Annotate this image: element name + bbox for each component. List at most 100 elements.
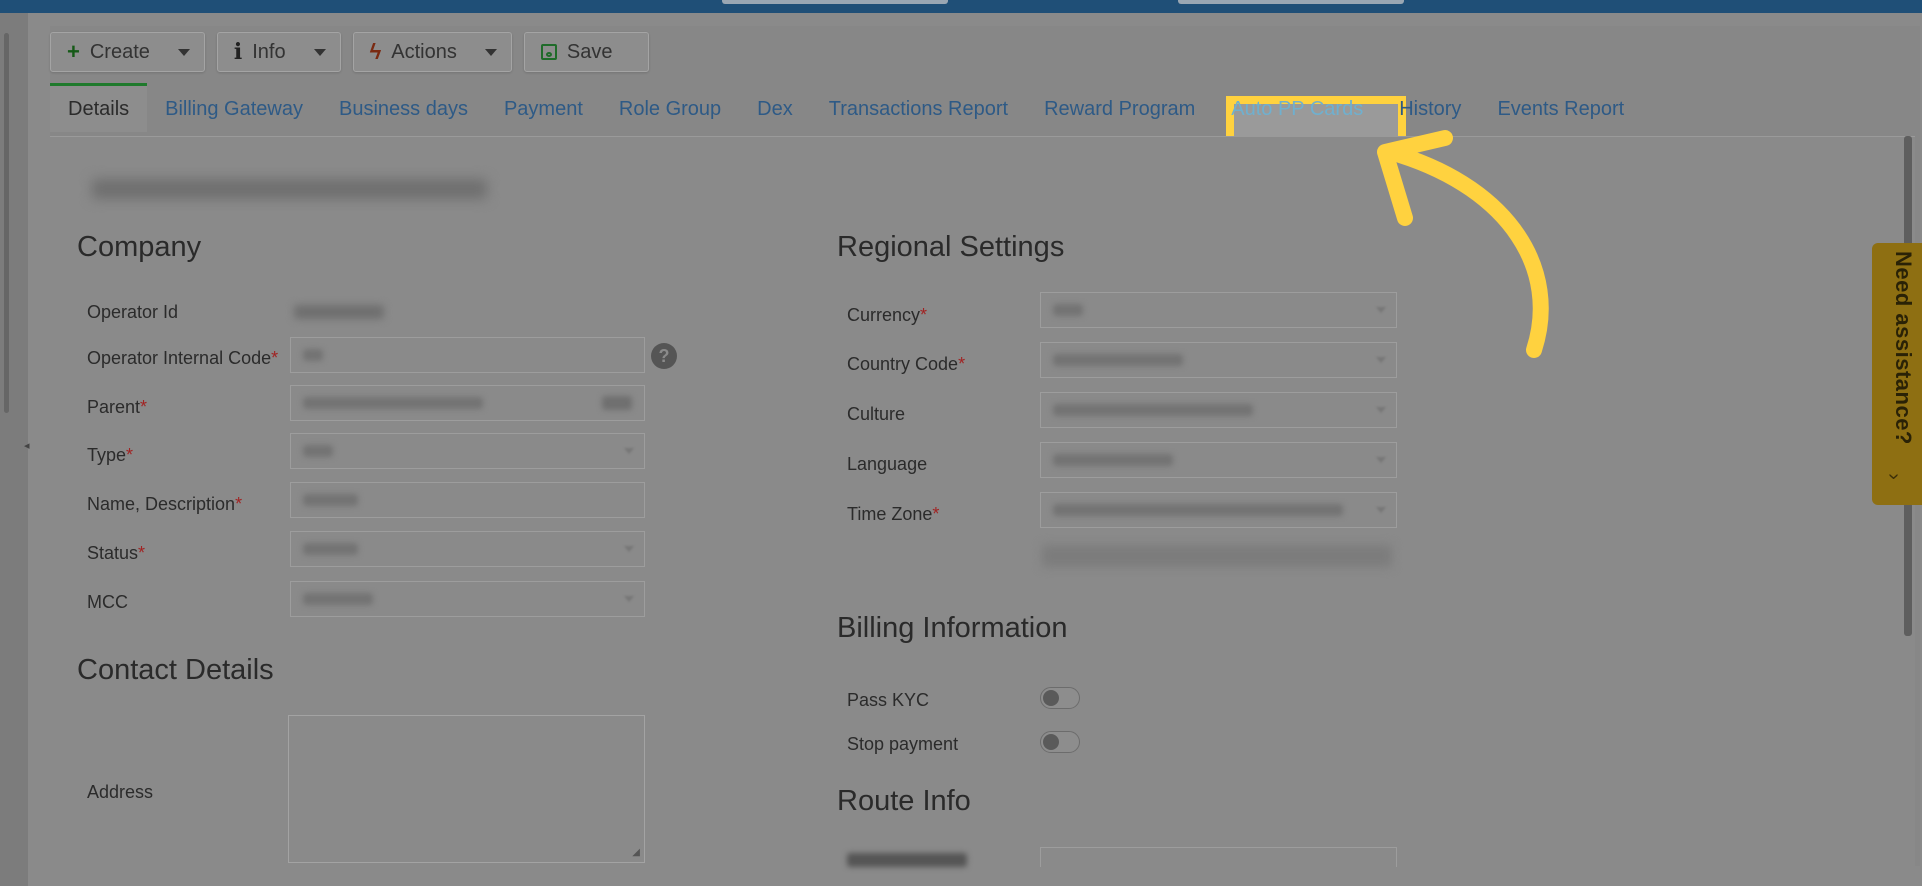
info-label: Info xyxy=(252,40,286,63)
language-label: Language xyxy=(847,454,927,475)
tab-payment[interactable]: Payment xyxy=(486,98,601,132)
parent-label: Parent* xyxy=(87,397,147,418)
dropdown-icon xyxy=(1376,457,1386,463)
field-value xyxy=(303,349,323,361)
stop-payment-text: Stop payment xyxy=(847,734,959,754)
save-icon xyxy=(540,44,557,60)
pass-kyc-label: Pass KYC xyxy=(847,690,929,711)
toggle-knob xyxy=(1043,734,1059,750)
culture-label: Culture xyxy=(847,404,905,425)
field-value xyxy=(303,397,483,409)
field-value xyxy=(303,494,358,506)
field-value xyxy=(1053,454,1173,466)
field-value xyxy=(303,543,358,555)
mcc-text: MCC xyxy=(87,592,128,612)
need-assistance-tab[interactable]: Need assistance? ‹ xyxy=(1872,243,1922,505)
tab-history[interactable]: History xyxy=(1381,98,1479,132)
address-text: Address xyxy=(87,782,154,802)
info-button[interactable]: i Info xyxy=(216,32,341,72)
collapse-arrow-icon[interactable]: ◂ xyxy=(24,439,30,452)
tab-reward-program[interactable]: Reward Program xyxy=(1026,98,1213,132)
type-select[interactable] xyxy=(290,433,645,469)
dropdown-icon xyxy=(624,546,634,552)
toolbar: + Create i Info ϟ Actions Save xyxy=(50,32,650,74)
required-mark: * xyxy=(138,543,146,563)
pass-kyc-text: Pass KYC xyxy=(847,690,930,710)
operator-internal-code-input[interactable] xyxy=(290,337,645,373)
status-select[interactable] xyxy=(290,531,645,567)
top-bar-tab xyxy=(1178,0,1404,4)
culture-select[interactable] xyxy=(1040,392,1397,428)
mcc-label: MCC xyxy=(87,592,128,613)
country-code-select[interactable] xyxy=(1040,342,1397,378)
tab-role-group[interactable]: Role Group xyxy=(601,98,739,132)
language-select[interactable] xyxy=(1040,442,1397,478)
actions-button[interactable]: ϟ Actions xyxy=(352,32,512,72)
parent-select[interactable] xyxy=(290,385,645,421)
details-content: Company Operator Id Operator Internal Co… xyxy=(50,136,1915,867)
tab-auto-pp-cards[interactable]: Auto PP Cards xyxy=(1213,98,1381,132)
time-zone-option[interactable] xyxy=(1042,545,1392,567)
tab-events-report[interactable]: Events Report xyxy=(1479,98,1642,132)
mcc-select[interactable] xyxy=(290,581,645,617)
language-text: Language xyxy=(847,454,928,474)
name-description-input[interactable] xyxy=(290,482,645,518)
create-label: Create xyxy=(89,40,150,63)
help-icon[interactable]: ? xyxy=(651,343,677,369)
route-info-title: Route Info xyxy=(837,785,971,817)
billing-gateway-label-partial xyxy=(847,853,967,867)
status-text: Status xyxy=(87,543,139,563)
name-description-text: Name, Description xyxy=(87,494,236,514)
operator-id-text: Operator Id xyxy=(87,302,179,322)
resize-handle-icon[interactable]: ◢ xyxy=(632,847,640,858)
stop-payment-toggle[interactable] xyxy=(1040,731,1080,753)
pass-kyc-toggle[interactable] xyxy=(1040,687,1080,709)
dropdown-icon xyxy=(1376,407,1386,413)
required-mark: * xyxy=(235,494,243,514)
tab-business-days[interactable]: Business days xyxy=(321,98,486,132)
culture-text: Culture xyxy=(847,404,906,424)
address-textarea[interactable]: ◢ xyxy=(288,715,645,863)
currency-text: Currency xyxy=(847,305,921,325)
stop-payment-label: Stop payment xyxy=(847,734,958,755)
type-text: Type xyxy=(87,445,127,465)
required-mark: * xyxy=(140,397,148,417)
plus-icon: + xyxy=(67,39,80,64)
billing-information-title: Billing Information xyxy=(837,612,1068,644)
currency-label: Currency* xyxy=(847,305,927,326)
caret-down-icon[interactable] xyxy=(484,48,497,56)
top-bar xyxy=(0,0,1922,13)
billing-gateway-select[interactable] xyxy=(1040,847,1397,867)
left-scrollbar[interactable] xyxy=(4,33,9,413)
caret-down-icon[interactable] xyxy=(313,48,326,56)
caret-down-icon[interactable] xyxy=(177,48,190,56)
required-mark: * xyxy=(958,354,966,374)
field-value xyxy=(303,445,333,457)
time-zone-select[interactable] xyxy=(1040,492,1397,528)
toggle-knob xyxy=(1043,690,1059,706)
record-heading xyxy=(92,179,487,199)
tab-billing-gateway[interactable]: Billing Gateway xyxy=(147,98,321,132)
operator-internal-code-label: Operator Internal Code* xyxy=(87,348,278,369)
company-title: Company xyxy=(77,231,202,263)
name-description-label: Name, Description* xyxy=(87,494,242,515)
operator-id-label: Operator Id xyxy=(87,302,178,323)
time-zone-text: Time Zone xyxy=(847,504,933,524)
left-rail: ◂ xyxy=(0,13,30,886)
dropdown-icon xyxy=(1376,357,1386,363)
tab-details[interactable]: Details xyxy=(50,83,148,132)
save-button[interactable]: Save xyxy=(523,32,650,72)
bolt-icon: ϟ xyxy=(369,39,382,64)
address-label: Address xyxy=(87,782,153,803)
create-button[interactable]: + Create xyxy=(50,32,205,72)
field-value xyxy=(1053,404,1253,416)
dropdown-icon xyxy=(1376,507,1386,513)
save-label: Save xyxy=(566,40,613,63)
parent-lookup-button[interactable] xyxy=(602,396,632,410)
tab-transactions-report[interactable]: Transactions Report xyxy=(811,98,1026,132)
info-icon: i xyxy=(233,39,243,65)
field-value xyxy=(1053,354,1183,366)
currency-select[interactable] xyxy=(1040,292,1397,328)
tab-dex[interactable]: Dex xyxy=(739,98,811,132)
country-code-text: Country Code xyxy=(847,354,959,374)
